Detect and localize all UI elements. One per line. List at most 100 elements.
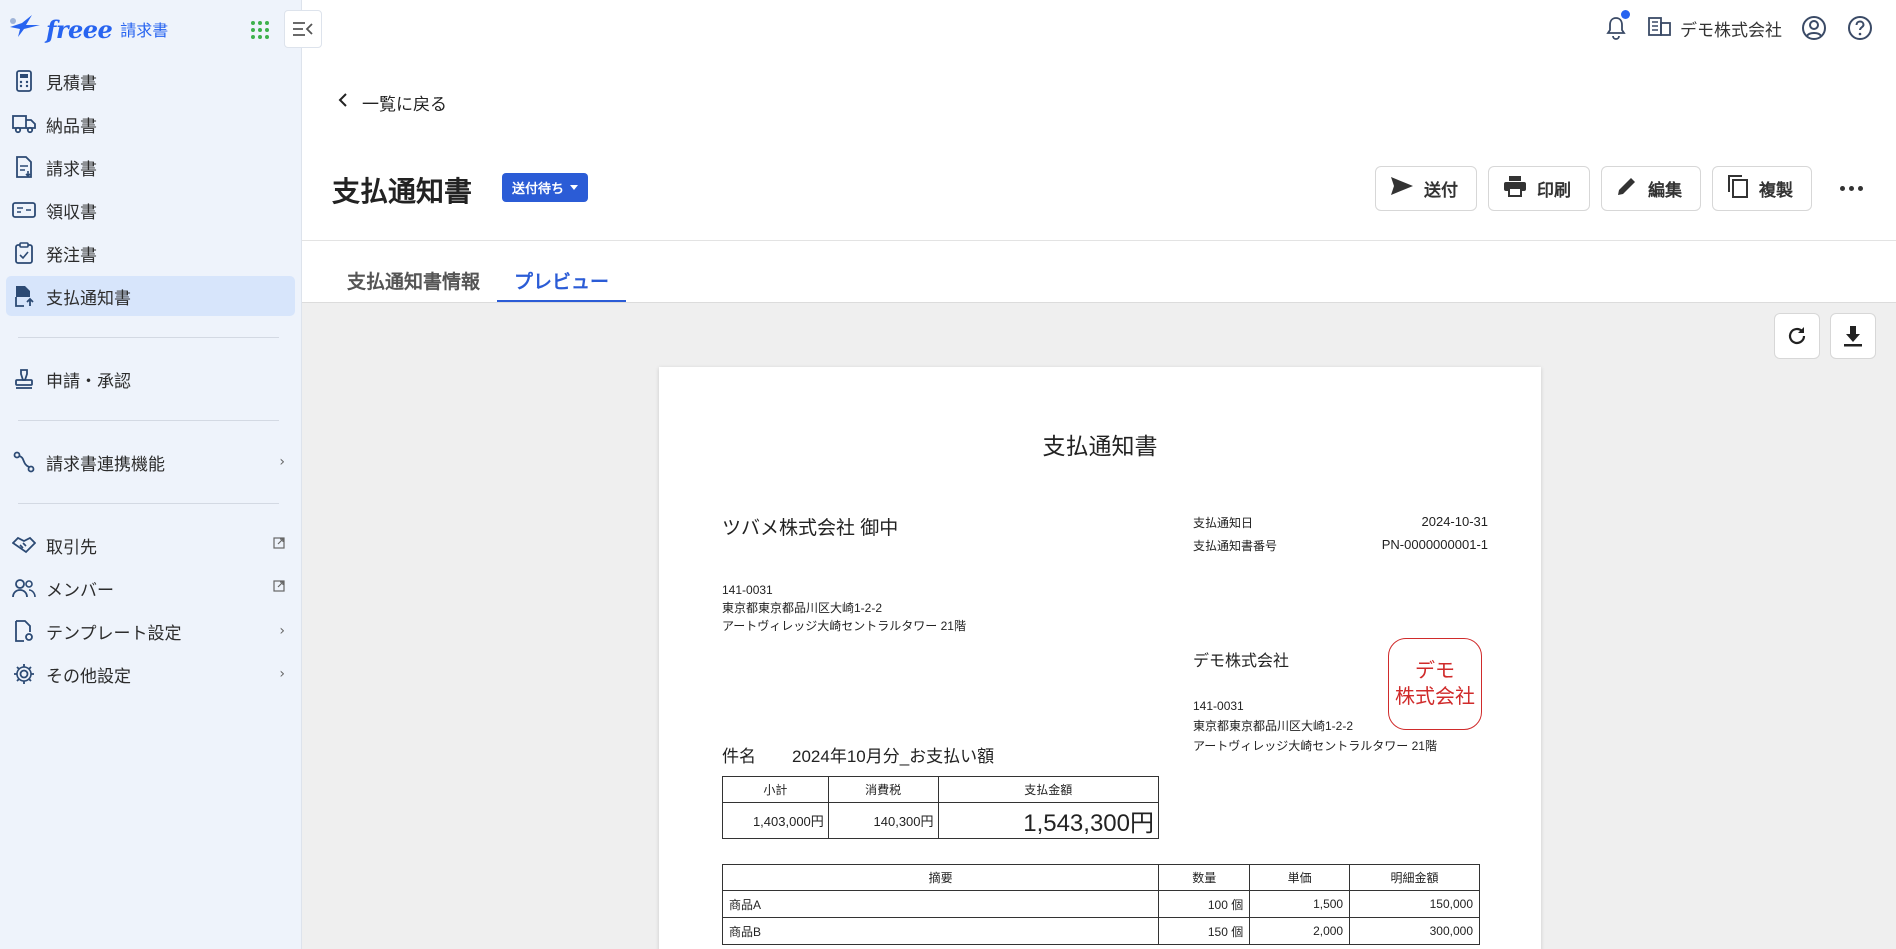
summary-total-value: 1,543,300円 [937,802,1160,839]
bird-logo-icon [8,13,42,45]
tab-preview[interactable]: プレビュー [497,258,627,303]
printer-icon [1503,175,1527,202]
account-icon[interactable] [1800,14,1828,42]
sidebar-item-estimate[interactable]: 見積書 [6,61,295,101]
logo-row: freee 請求書 [0,0,301,58]
print-button[interactable]: 印刷 [1488,166,1590,211]
invoice-icon [12,155,36,179]
brand-name: freee [46,14,113,44]
help-icon[interactable] [1846,14,1874,42]
items-header-row: 摘要 数量 単価 明細金額 [721,864,1480,891]
company-seal: デモ 株式会社 [1388,638,1482,730]
subject-row: 件名 2024年10月分_お支払い額 [722,742,994,767]
item-unit-price: 2,000 [1249,917,1351,945]
tabs: 支払通知書情報 プレビュー [330,258,627,303]
edit-label: 編集 [1648,181,1682,200]
sidebar-item-label: 請求書連携機能 [46,454,165,475]
copy-icon [1727,174,1749,203]
topbar-actions: デモ株式会社 [1602,10,1874,42]
summary-tax-value: 140,300円 [827,802,939,839]
summary-subtotal-value: 1,403,000円 [722,802,829,839]
send-button[interactable]: 送付 [1375,166,1477,211]
sidebar-item-members[interactable]: メンバー [6,568,295,608]
print-label: 印刷 [1537,181,1571,200]
chevron-right-icon: › [279,666,285,682]
sidebar-item-label: 見積書 [46,73,97,94]
issuer-name: デモ株式会社 [1193,653,1290,670]
status-label: 送付待ち [512,182,565,197]
sidebar: freee 請求書 見積書 納品書 請求書 領収書 発注書 支払通知書 申請・承… [0,0,322,949]
sidebar-item-integration[interactable]: 請求書連携機能 › [6,442,295,482]
more-options-icon[interactable] [1836,176,1866,200]
nav-settings: 取引先 メンバー テンプレート設定 › その他設定 › [0,525,301,694]
sidebar-item-label: テンプレート設定 [46,623,182,644]
sidebar-item-approval[interactable]: 申請・承認 [6,359,295,399]
recipient-name: ツバメ株式会社 御中 [722,518,899,539]
item-description: 商品A [721,890,1160,918]
app-launcher-icon[interactable] [248,18,272,42]
sidebar-item-label: 取引先 [46,537,97,558]
external-link-icon [273,580,285,596]
sidebar-item-label: 請求書 [46,159,97,180]
sidebar-item-template-settings[interactable]: テンプレート設定 › [6,611,295,651]
edit-button[interactable]: 編集 [1601,166,1701,211]
item-amount: 300,000 [1349,917,1480,945]
summary-total-header: 支払金額 [937,776,1160,803]
chevron-right-icon: › [279,454,285,470]
sidebar-item-other-settings[interactable]: その他設定 › [6,654,295,694]
company-switcher[interactable]: デモ株式会社 [1648,16,1782,41]
subject-value: 2024年10月分_お支払い額 [792,747,995,766]
chevron-right-icon: › [279,623,285,639]
header-divider [302,240,1896,241]
refresh-icon[interactable] [1774,313,1820,359]
subject-label: 件名 [722,747,756,766]
integration-icon [12,450,36,474]
meta-number-row: 支払通知書番号 PN-0000000001-1 [1193,537,1488,560]
duplicate-button[interactable]: 複製 [1712,166,1812,211]
freee-logo[interactable]: freee 請求書 [8,13,168,45]
download-icon[interactable] [1830,313,1876,359]
tab-info[interactable]: 支払通知書情報 [330,258,497,302]
item-unit-price: 1,500 [1249,890,1351,918]
table-row: 商品A 100 個 1,500 150,000 [721,890,1480,918]
sidebar-item-label: 支払通知書 [46,288,131,309]
recipient-zip: 141-0031 [722,583,773,597]
back-label: 一覧に戻る [362,95,447,115]
meta-number-label: 支払通知書番号 [1193,539,1278,553]
stamp-icon [12,367,36,391]
sidebar-item-payment-notice[interactable]: 支払通知書 [6,276,295,316]
truck-icon [12,112,36,136]
item-quantity: 100 個 [1158,890,1251,918]
page-title: 支払通知書 [332,175,473,208]
issuer-address-line2: アートヴィレッジ大崎セントラルタワー 21階 [1193,739,1437,753]
sidebar-item-receipt[interactable]: 領収書 [6,190,295,230]
duplicate-label: 複製 [1759,181,1793,200]
sidebar-item-invoice[interactable]: 請求書 [6,147,295,187]
caret-down-icon [570,180,579,195]
sidebar-item-delivery[interactable]: 納品書 [6,104,295,144]
sidebar-item-partners[interactable]: 取引先 [6,525,295,565]
nav-integration: 請求書連携機能 › [0,442,301,482]
notification-bell-icon[interactable] [1602,10,1630,42]
collapse-sidebar-icon[interactable] [284,10,322,48]
topbar: デモ株式会社 [302,0,1896,58]
status-badge[interactable]: 送付待ち [502,173,589,202]
divider [18,420,279,421]
back-link[interactable]: 一覧に戻る [338,90,447,115]
sidebar-item-label: メンバー [46,580,114,601]
meta-date-value: 2024-10-31 [1421,514,1489,529]
items-header-amount: 明細金額 [1349,864,1480,891]
item-quantity: 150 個 [1158,917,1251,945]
sidebar-item-purchase-order[interactable]: 発注書 [6,233,295,273]
notification-dot [1621,10,1630,19]
seal-line1: デモ [1415,660,1455,682]
external-link-icon [273,537,285,553]
summary-subtotal-header: 小計 [722,776,829,803]
members-icon [12,576,36,600]
recipient-address-line1: 東京都東京都品川区大崎1-2-2 [722,601,883,615]
sidebar-item-label: 申請・承認 [46,371,131,392]
items-header-unit-price: 単価 [1249,864,1351,891]
product-name: 請求書 [120,21,169,40]
items-header-description: 摘要 [721,864,1160,891]
company-icon [1648,16,1672,41]
